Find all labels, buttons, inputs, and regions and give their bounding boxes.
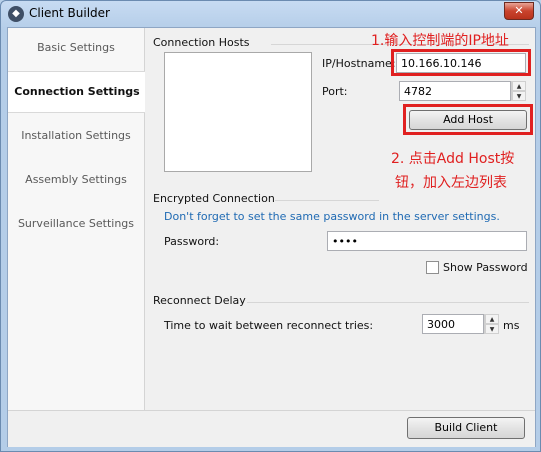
sidebar-item-label: Connection Settings — [14, 85, 140, 98]
reconnect-wait-stepper: ▲ ▼ — [484, 314, 499, 334]
sidebar-item-basic-settings[interactable]: Basic Settings — [8, 28, 144, 68]
reconnect-delay-heading: Reconnect Delay — [153, 294, 246, 307]
ip-hostname-label: IP/Hostname: — [322, 57, 396, 70]
reconnect-wait-label: Time to wait between reconnect tries: — [164, 319, 374, 332]
window-title: Client Builder — [29, 6, 110, 20]
footer-bar: Build Client — [8, 410, 535, 447]
client-builder-window: ◆ Client Builder ✕ Basic Settings Connec… — [0, 0, 541, 452]
reconnect-unit-label: ms — [503, 319, 520, 332]
section-divider — [275, 200, 379, 201]
annotation-note-1: 1.输入控制端的IP地址 — [371, 33, 509, 49]
sidebar-item-connection-settings[interactable]: Connection Settings — [8, 71, 153, 113]
close-button[interactable]: ✕ — [504, 2, 534, 20]
annotation-highlight-ip — [391, 49, 531, 76]
port-input[interactable] — [399, 81, 511, 101]
port-stepper-down-button[interactable]: ▼ — [512, 91, 526, 101]
reconnect-wait-input[interactable] — [422, 314, 484, 334]
build-client-button[interactable]: Build Client — [407, 417, 525, 439]
title-bar[interactable]: ◆ Client Builder ✕ — [1, 1, 540, 27]
connection-settings-panel: Connection Hosts IP/Hostname: Port: ▲ ▼ … — [145, 28, 535, 410]
annotation-note-2-line-2: 钮，加入左边列表 — [395, 175, 507, 191]
app-icon: ◆ — [8, 6, 24, 22]
reconnect-stepper-up-button[interactable]: ▲ — [485, 314, 499, 324]
sidebar-item-assembly-settings[interactable]: Assembly Settings — [8, 160, 144, 200]
port-stepper: ▲ ▼ — [511, 81, 526, 101]
window-client-area: Basic Settings Connection Settings Insta… — [7, 27, 536, 447]
encrypted-connection-heading: Encrypted Connection — [153, 192, 275, 205]
reconnect-stepper-down-button[interactable]: ▼ — [485, 324, 499, 334]
hosts-list[interactable] — [164, 52, 312, 172]
show-password-checkbox[interactable] — [426, 261, 439, 274]
port-label: Port: — [322, 85, 348, 98]
annotation-highlight-add-host — [403, 104, 533, 135]
sidebar-item-installation-settings[interactable]: Installation Settings — [8, 116, 144, 156]
password-hint-text: Don't forget to set the same password in… — [164, 210, 500, 223]
password-input[interactable] — [327, 231, 527, 251]
annotation-note-2-line-1: 2. 点击Add Host按 — [391, 151, 515, 167]
section-divider — [247, 302, 529, 303]
password-label: Password: — [164, 235, 220, 248]
sidebar-item-surveillance-settings[interactable]: Surveillance Settings — [8, 204, 144, 244]
show-password-label[interactable]: Show Password — [443, 261, 528, 274]
connection-hosts-heading: Connection Hosts — [153, 36, 250, 49]
port-stepper-up-button[interactable]: ▲ — [512, 81, 526, 91]
settings-sidebar: Basic Settings Connection Settings Insta… — [8, 28, 153, 410]
